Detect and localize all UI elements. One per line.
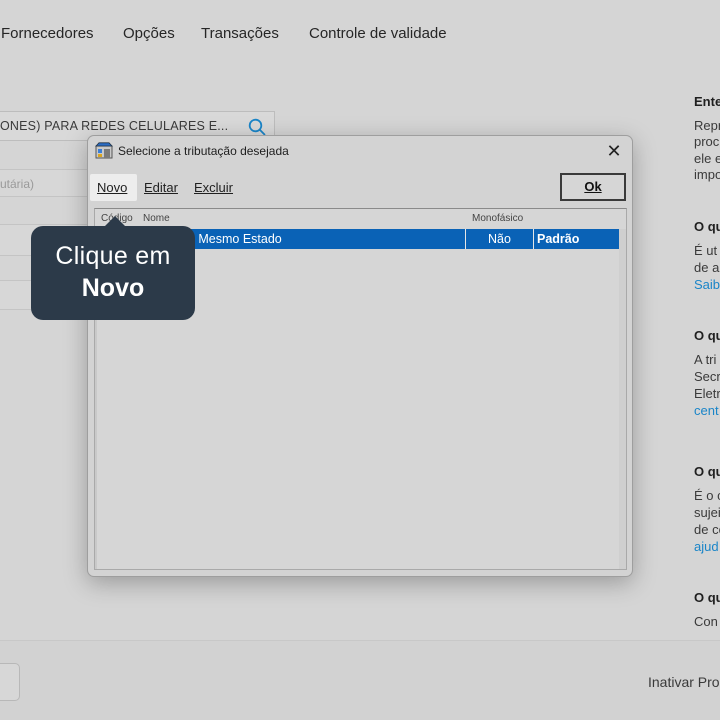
column-divider [465, 229, 466, 249]
search-icon[interactable] [248, 118, 266, 136]
help-section5-title: O qu [694, 590, 720, 605]
tooltip-line2: Novo [81, 274, 145, 302]
select-tax-dialog: Selecione a tributação desejada ✕ Novo E… [87, 135, 633, 577]
nav-item-opcoes[interactable]: Opções [123, 25, 175, 42]
ok-button[interactable]: Ok [560, 173, 626, 201]
help-section2-title: O qu [694, 219, 720, 234]
col-header-mono[interactable]: Monofásico [472, 213, 523, 224]
help-line: sujei [694, 505, 720, 520]
nav-item-fornecedores[interactable]: Fornecedores [1, 25, 94, 42]
excluir-button[interactable]: Excluir [194, 180, 233, 195]
inativar-produto-button[interactable]: Inativar Pro [648, 674, 720, 690]
help-line: Con [694, 614, 718, 629]
tooltip-callout: Clique em Novo [31, 216, 195, 320]
help-line: ele e [694, 151, 720, 166]
row-mono: Não [488, 232, 511, 246]
help-line: É ut [694, 243, 718, 258]
column-divider [533, 229, 534, 249]
dialog-title: Selecione a tributação desejada [118, 144, 289, 158]
novo-button[interactable]: Novo [97, 180, 127, 195]
top-nav: Fornecedores Opções Transações Controle … [0, 0, 720, 66]
nav-item-controle-validade[interactable]: Controle de validade [309, 25, 447, 42]
app-icon [95, 142, 113, 159]
help-line: de co [694, 522, 720, 537]
tax-field[interactable]: utária) [0, 169, 95, 197]
help-link[interactable]: cent [694, 403, 719, 418]
help-line: proc [694, 134, 720, 149]
row-name: ão Mesmo Estado [181, 232, 282, 246]
grid-scrollbar[interactable] [619, 229, 626, 569]
help-line: Repr [694, 118, 720, 133]
help-line: Eletr [694, 386, 720, 401]
help-panel: Ente Repr proc ele e impo O qu É ut de a… [694, 0, 720, 640]
dialog-title-bar[interactable]: Selecione a tributação desejada ✕ [88, 136, 632, 166]
editar-button[interactable]: Editar [144, 180, 178, 195]
tax-field-placeholder: utária) [0, 177, 35, 191]
row-status: Padrão [537, 232, 580, 246]
help-link[interactable]: Saib [694, 277, 720, 292]
help-line: É o c [694, 488, 720, 503]
help-link[interactable]: ajud [694, 539, 719, 554]
help-line: impo [694, 167, 720, 182]
close-icon[interactable]: ✕ [604, 141, 624, 161]
search-value: ONES) PARA REDES CELULARES E... [0, 119, 229, 133]
footer-button[interactable] [0, 663, 20, 701]
help-section1-title: Ente [694, 94, 720, 109]
col-header-name[interactable]: Nome [143, 213, 170, 224]
help-section3-title: O qu [694, 328, 720, 343]
footer-bar: Inativar Pro [0, 640, 720, 720]
tooltip-line1: Clique em [55, 242, 171, 270]
help-line: de a [694, 260, 720, 275]
help-line: Secr [694, 369, 720, 384]
nav-item-transacoes[interactable]: Transações [201, 25, 279, 42]
help-line: A tri [694, 352, 717, 367]
ok-label: Ok [584, 179, 602, 194]
help-section4-title: O qu [694, 464, 720, 479]
